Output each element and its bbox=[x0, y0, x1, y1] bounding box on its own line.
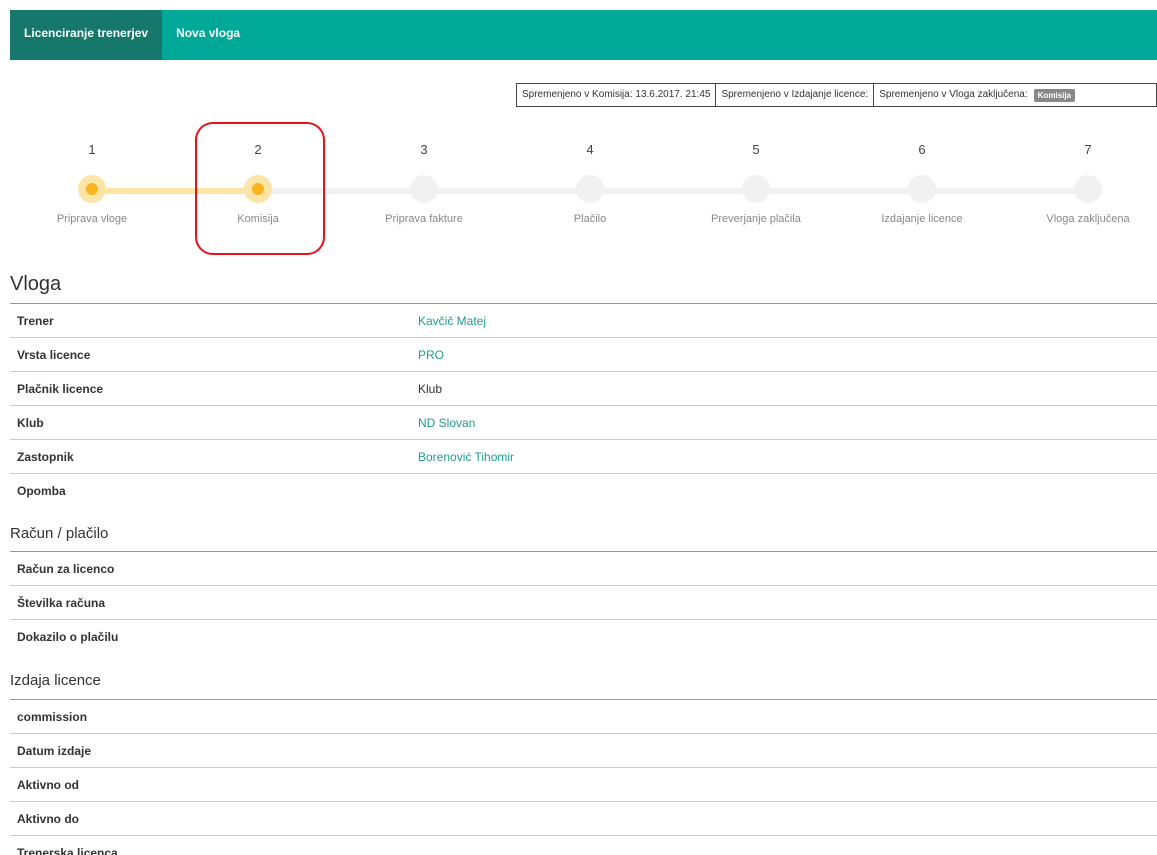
row-label: Številka računa bbox=[17, 595, 106, 610]
row-label: Vrsta licence bbox=[17, 347, 91, 362]
row-label: Dokazilo o plačilu bbox=[17, 629, 119, 644]
payment-table: Račun za licenco Številka računa Dokazil… bbox=[10, 551, 1157, 653]
table-row: Plačnik licence Klub bbox=[10, 371, 1157, 405]
row-label: commission bbox=[17, 709, 88, 724]
progress-steps: 1 Priprava vloge 2 Komisija 3 Priprava f… bbox=[0, 140, 1157, 240]
row-label: Plačnik licence bbox=[17, 381, 104, 396]
section-title-vloga: Vloga bbox=[10, 273, 62, 295]
nav-licenciranje-trenerjev[interactable]: Licenciranje trenerjev bbox=[10, 10, 163, 60]
cut-off-page-header bbox=[0, 0, 1157, 10]
status-izdajanje-licence: Spremenjeno v Izdajanje licence: bbox=[716, 84, 875, 106]
highlight-annotation bbox=[195, 122, 325, 255]
step-label: Priprava vloge bbox=[56, 213, 128, 225]
step-6: 6 Izdajanje licence bbox=[847, 140, 997, 225]
table-row: Aktivno od bbox=[10, 767, 1157, 801]
table-row: Datum izdaje bbox=[10, 733, 1157, 767]
step-label: Preverjanje plačila bbox=[711, 213, 801, 225]
row-label: Klub bbox=[17, 415, 44, 430]
payer-value: Klub bbox=[418, 381, 443, 396]
step-3: 3 Priprava fakture bbox=[349, 140, 499, 225]
table-row: Klub ND Slovan bbox=[10, 405, 1157, 439]
row-label: Račun za licenco bbox=[17, 561, 115, 576]
table-row: Aktivno do bbox=[10, 801, 1157, 835]
table-row: Številka računa bbox=[10, 585, 1157, 619]
row-label: Aktivno od bbox=[17, 777, 79, 792]
step-dot-icon bbox=[742, 175, 770, 203]
table-row: Opomba bbox=[10, 473, 1157, 507]
step-number: 4 bbox=[586, 142, 594, 157]
step-4: 4 Plačilo bbox=[515, 140, 665, 225]
step-dot-icon bbox=[410, 175, 438, 203]
status-komisija: Spremenjeno v Komisija: 13.6.2017. 21:45 bbox=[517, 84, 717, 106]
step-label: Vloga zaključena bbox=[1046, 213, 1130, 225]
status-vloga-zakljucena-label: Spremenjeno v Vloga zaključena: bbox=[879, 89, 1028, 100]
nav-nova-vloga[interactable]: Nova vloga bbox=[162, 10, 254, 60]
row-label: Trener bbox=[17, 313, 54, 328]
table-row: Vrsta licence PRO bbox=[10, 337, 1157, 371]
status-vloga-zakljucena: Spremenjeno v Vloga zaključena: Komisija bbox=[874, 84, 1080, 106]
step-dot-icon bbox=[78, 175, 106, 203]
step-label: Priprava fakture bbox=[385, 213, 463, 225]
license-type-link[interactable]: PRO bbox=[418, 348, 444, 362]
step-number: 7 bbox=[1084, 142, 1092, 157]
step-dot-icon bbox=[576, 175, 604, 203]
step-label: Izdajanje licence bbox=[881, 213, 963, 225]
table-row: Zastopnik Borenović Tihomir bbox=[10, 439, 1157, 473]
step-number: 5 bbox=[752, 142, 760, 157]
status-badge: Komisija bbox=[1033, 88, 1075, 102]
top-navbar: Licenciranje trenerjev Nova vloga bbox=[10, 10, 1157, 60]
step-number: 1 bbox=[88, 142, 96, 157]
table-row: Trener Kavčič Matej bbox=[10, 303, 1157, 337]
table-row: commission bbox=[10, 699, 1157, 733]
row-label: Aktivno do bbox=[17, 811, 79, 826]
row-label: Datum izdaje bbox=[17, 743, 92, 758]
table-row: Trenerska licenca bbox=[10, 835, 1157, 855]
step-1: 1 Priprava vloge bbox=[17, 140, 167, 225]
step-dot-icon bbox=[1074, 175, 1102, 203]
row-label: Opomba bbox=[17, 483, 66, 498]
step-number: 3 bbox=[420, 142, 428, 157]
table-row: Dokazilo o plačilu bbox=[10, 619, 1157, 653]
issuance-table: commission Datum izdaje Aktivno od Aktiv… bbox=[10, 699, 1157, 855]
table-row: Račun za licenco bbox=[10, 551, 1157, 585]
section-title-payment: Račun / plačilo bbox=[10, 525, 109, 542]
step-5: 5 Preverjanje plačila bbox=[681, 140, 831, 225]
step-7: 7 Vloga zaključena bbox=[1013, 140, 1157, 225]
status-change-bar: Spremenjeno v Komisija: 13.6.2017. 21:45… bbox=[516, 83, 1157, 107]
step-dot-icon bbox=[908, 175, 936, 203]
row-label: Trenerska licenca bbox=[17, 845, 118, 855]
step-label: Plačilo bbox=[573, 213, 607, 225]
application-table: Trener Kavčič Matej Vrsta licence PRO Pl… bbox=[10, 303, 1157, 507]
row-label: Zastopnik bbox=[17, 449, 74, 464]
trainer-link[interactable]: Kavčič Matej bbox=[418, 314, 486, 328]
step-number: 6 bbox=[918, 142, 926, 157]
section-title-issuance: Izdaja licence bbox=[10, 672, 101, 689]
club-link[interactable]: ND Slovan bbox=[418, 416, 475, 430]
representative-link[interactable]: Borenović Tihomir bbox=[418, 450, 514, 464]
